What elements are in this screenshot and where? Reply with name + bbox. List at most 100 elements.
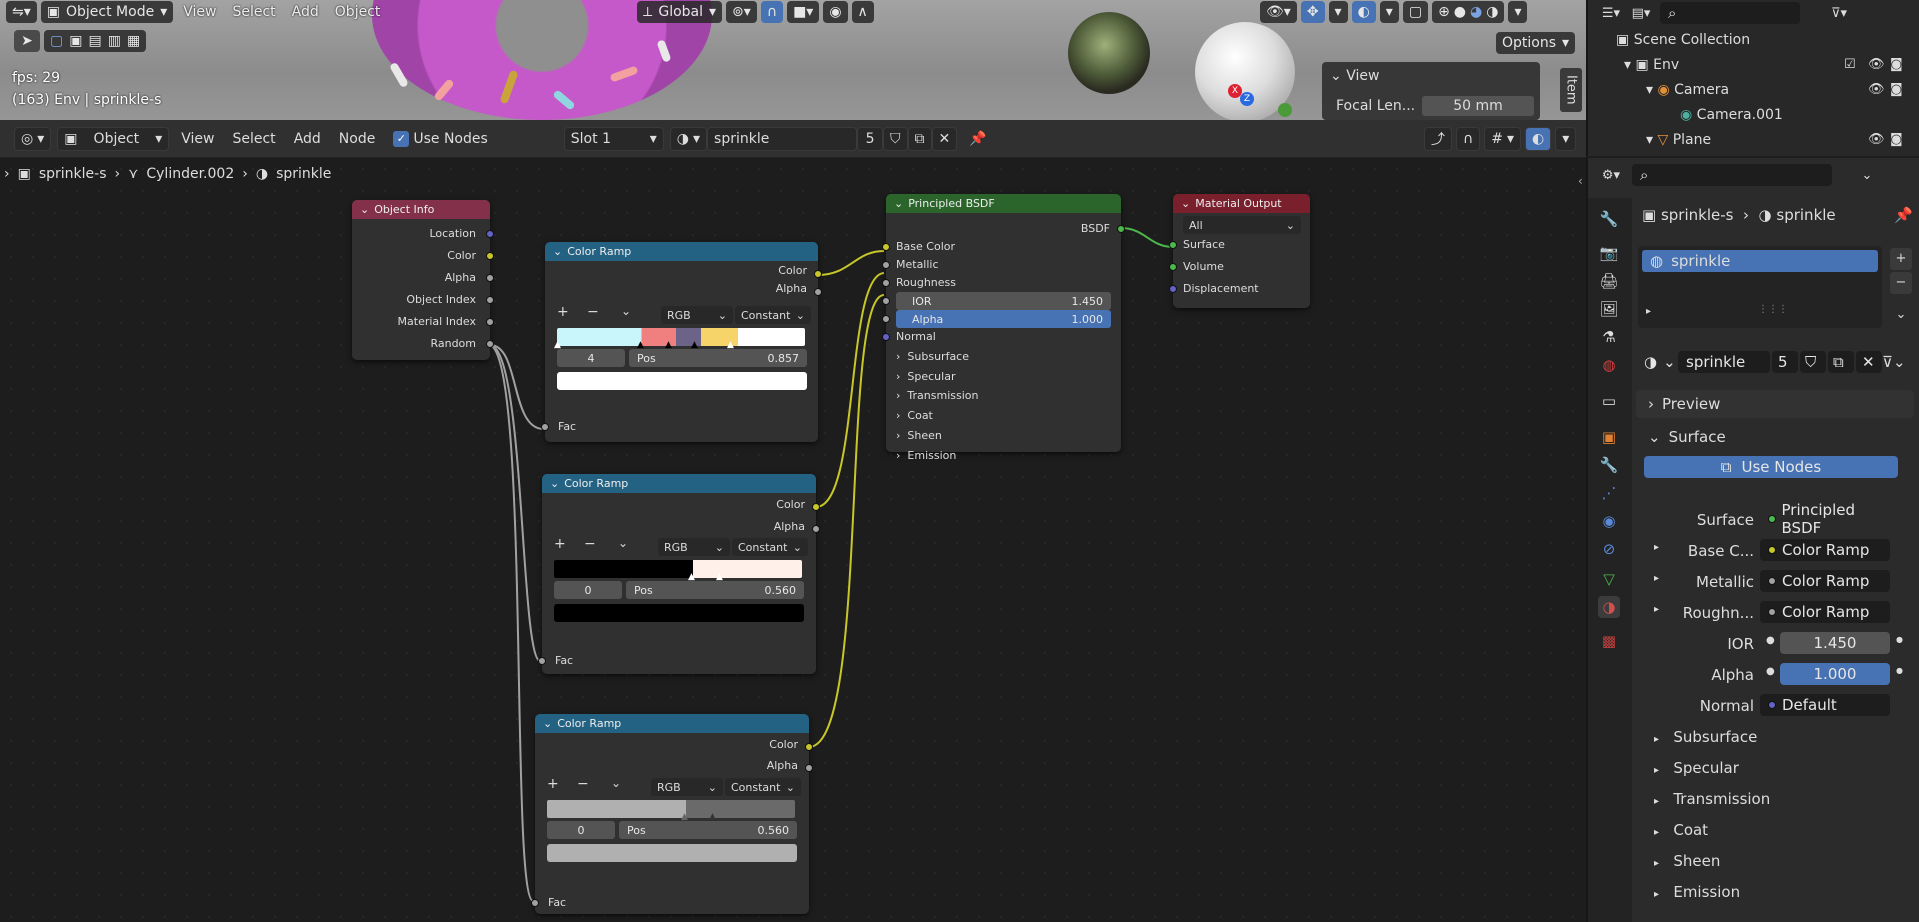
node-overlay-dropdown[interactable]: ▾ <box>1555 127 1577 151</box>
sidebar-tab-item[interactable]: Item <box>1560 68 1582 112</box>
select-new-icon[interactable]: ▢ <box>50 33 63 49</box>
breadcrumb-expand-icon[interactable]: › <box>4 166 10 182</box>
ne-menu-select[interactable]: Select <box>226 131 281 147</box>
socket-location[interactable] <box>486 230 494 238</box>
ior-keyframe-dot[interactable]: ● <box>1896 635 1903 644</box>
eye-icon[interactable]: 👁 <box>1868 132 1885 147</box>
socket-volume-in[interactable] <box>1169 263 1177 271</box>
world-tab-icon[interactable]: ◍ <box>1598 354 1620 376</box>
select-subtract-icon[interactable]: ▤ <box>88 33 101 49</box>
use-nodes-button[interactable]: ⧉ Use Nodes <box>1644 456 1898 478</box>
color-mode-dropdown[interactable]: RGB ⌄ <box>658 538 730 556</box>
stop-color-swatch[interactable] <box>557 372 807 390</box>
transform-orientation-dropdown[interactable]: ⟂ Global ▾ <box>637 1 723 23</box>
display-mode-icon[interactable]: ▤▾ <box>1630 2 1652 24</box>
socket-ior-in[interactable] <box>882 297 890 305</box>
material-slots-list[interactable]: ◍ sprinkle ▸ ⋮⋮⋮ <box>1638 246 1882 328</box>
socket-alpha-out[interactable] <box>805 764 813 772</box>
socket-fac-in[interactable] <box>541 423 549 431</box>
snap-target-dropdown[interactable]: ■▾ <box>787 1 820 23</box>
snap-node-toggle[interactable]: ∩ <box>1456 127 1481 151</box>
node-editor-canvas[interactable]: › ▣ sprinkle-s › ⋎ Cylinder.002 › ◑ spri… <box>0 158 1586 922</box>
vp-menu-object[interactable]: Object <box>329 4 387 20</box>
browse-node-tree-icon[interactable]: ⊽⌄ <box>1882 353 1906 371</box>
socket-normal-in[interactable] <box>882 333 890 341</box>
camera-render-icon[interactable]: ◙ <box>1890 132 1903 147</box>
add-stop-icon[interactable]: + <box>547 776 559 792</box>
metallic-link-field[interactable]: Color Ramp <box>1760 570 1890 592</box>
gizmo-toggle[interactable]: ✥ <box>1300 1 1325 23</box>
subpanel-transmission[interactable]: ▸ Transmission <box>1654 790 1770 808</box>
outliner-editor-icon[interactable]: ☰▾ <box>1600 2 1622 24</box>
alpha-field[interactable]: Alpha 1.000 <box>896 310 1111 328</box>
snap-node-dropdown[interactable]: # ▾ <box>1484 127 1522 151</box>
alpha-socket-dot[interactable]: ● <box>1766 666 1775 677</box>
data-tab-icon[interactable]: ▽ <box>1598 568 1620 590</box>
breadcrumb-object[interactable]: sprinkle-s <box>39 166 107 182</box>
pin-icon[interactable]: 📌 <box>963 131 992 147</box>
rendered-shading-icon[interactable]: ◑ <box>1486 4 1498 20</box>
select-invert-icon[interactable]: ▥ <box>108 33 121 49</box>
socket-fac-in[interactable] <box>531 899 539 907</box>
socket-bsdf-out[interactable] <box>1117 225 1125 233</box>
shading-dropdown[interactable]: ▾ <box>1508 1 1528 23</box>
breadcrumb-mesh[interactable]: Cylinder.002 <box>146 166 234 182</box>
remove-stop-icon[interactable]: − <box>584 536 596 552</box>
material-output-header[interactable]: ⌄ Material Output <box>1173 194 1310 213</box>
stop-position-field[interactable]: Pos 0.857 <box>629 349 807 367</box>
normal-field[interactable]: Default <box>1760 694 1890 716</box>
base-color-link-field[interactable]: Color Ramp <box>1760 539 1890 561</box>
surface-panel-header[interactable]: ⌄ Surface <box>1636 423 1914 451</box>
view-panel-title[interactable]: ⌄ View <box>1330 68 1379 84</box>
filter-icon[interactable]: ⊽▾ <box>1828 2 1850 24</box>
gizmo-dropdown[interactable]: ▾ <box>1328 1 1348 23</box>
material-slot-item[interactable]: ◍ sprinkle <box>1642 250 1878 272</box>
visibility-dropdown[interactable]: 👁 ▾ <box>1260 1 1297 23</box>
color-ramp-gradient[interactable] <box>547 800 795 818</box>
gizmo-y-axis[interactable] <box>1278 103 1292 117</box>
preview-panel-header[interactable]: › Preview <box>1636 390 1914 418</box>
slot-specials-button[interactable]: ⌄ <box>1890 304 1912 326</box>
duplicate-icon[interactable]: ⧉ <box>1828 351 1854 373</box>
principled-bsdf-node[interactable]: ⌄ Principled BSDF BSDF Base Color Metalli… <box>882 194 1125 462</box>
alpha-keyframe-dot[interactable]: ● <box>1896 666 1903 675</box>
duplicate-material-button[interactable]: ⧉ <box>907 126 932 151</box>
use-nodes-toggle[interactable]: ✓ Use Nodes <box>387 130 493 147</box>
constraints-tab-icon[interactable]: ⊘ <box>1598 538 1620 560</box>
expand-metallic-icon[interactable]: ▸ <box>1654 573 1659 584</box>
active-stop-index[interactable]: 0 <box>554 581 622 599</box>
socket-roughness-in[interactable] <box>882 279 890 287</box>
material-browse-button[interactable]: ◑ ▾ <box>669 126 708 151</box>
select-tool[interactable]: ➤ <box>14 30 40 52</box>
object-info-node[interactable]: ⌄ Object Info Location Color Alpha Object… <box>352 200 494 360</box>
pin-icon[interactable]: 📌 <box>1894 206 1913 224</box>
material-browse-button[interactable]: ◑ ⌄ <box>1636 351 1676 373</box>
panel-transmission[interactable]: › Transmission <box>896 389 978 402</box>
3d-viewport[interactable]: X Z ⇋ ▾ ▣ Object Mode ▾ View Select Add Obj… <box>0 0 1586 120</box>
vp-menu-view[interactable]: View <box>177 4 222 20</box>
editor-type-button[interactable]: ⇋ ▾ <box>6 1 37 23</box>
fake-user-button[interactable]: ⛉ <box>883 126 908 151</box>
mode-dropdown[interactable]: ▣ Object Mode ▾ <box>40 1 174 23</box>
wireframe-shading-icon[interactable]: ⊕ <box>1438 4 1450 20</box>
list-expand-icon[interactable]: ▸ <box>1646 306 1651 317</box>
color-mode-dropdown[interactable]: RGB ⌄ <box>651 778 723 796</box>
stop-position-field[interactable]: Pos 0.560 <box>626 581 804 599</box>
unlink-material-button[interactable]: ✕ <box>931 126 958 151</box>
subpanel-coat[interactable]: ▸ Coat <box>1654 821 1708 839</box>
socket-alpha-in[interactable] <box>882 315 890 323</box>
socket-random[interactable] <box>486 340 494 348</box>
slot-dropdown[interactable]: Slot 1 ▾ <box>563 126 664 151</box>
ramp-menu-icon[interactable]: ⌄ <box>618 536 628 550</box>
stop-color-swatch[interactable] <box>554 604 804 622</box>
socket-fac-in[interactable] <box>538 657 546 665</box>
stop-color-swatch[interactable] <box>547 844 797 862</box>
collapse-icon[interactable]: ⌄ <box>360 203 369 216</box>
remove-stop-icon[interactable]: − <box>587 304 599 320</box>
collection-tab-icon[interactable]: ▭ <box>1598 390 1620 412</box>
overlay-toggle[interactable]: ◐ <box>1351 1 1376 23</box>
env-exclude-checkbox[interactable]: ☑ <box>1844 57 1856 72</box>
options-button[interactable]: Options ▾ <box>1496 32 1576 54</box>
subpanel-sheen[interactable]: ▸ Sheen <box>1654 852 1720 870</box>
socket-object-index[interactable] <box>486 296 494 304</box>
